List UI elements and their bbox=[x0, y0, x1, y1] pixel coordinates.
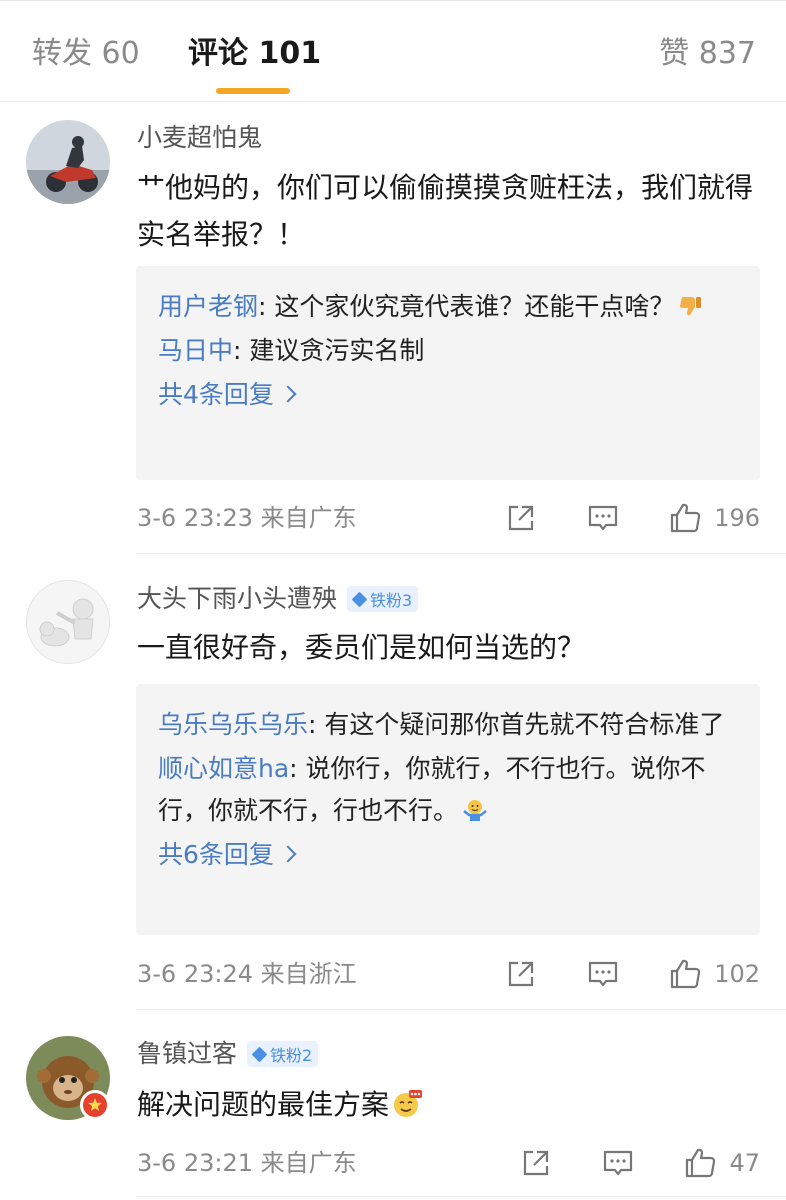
reply-text: : 有这个疑问那你首先就不符合标准了 bbox=[308, 710, 725, 739]
divider bbox=[136, 1196, 786, 1197]
author-name[interactable]: 大头下雨小头遭殃 bbox=[137, 581, 337, 617]
comment-text-row: 解决问题的最佳方案 bbox=[137, 1081, 762, 1128]
shrug-icon bbox=[463, 800, 487, 821]
comment-text: 艹他妈的，你们可以偷偷摸摸贪赃枉法，我们就得实名举报？！ bbox=[137, 171, 754, 251]
comment-meta: 3-6 23:24 来自浙江 bbox=[137, 960, 357, 988]
like-button[interactable]: 196 bbox=[668, 501, 760, 535]
more-replies-label: 共6条回复 bbox=[158, 840, 274, 869]
reply-box[interactable]: 乌乐乌乐乌乐: 有这个疑问那你首先就不符合标准了 顺心如意ha: 说你行，你就行… bbox=[136, 684, 760, 935]
comment-icon[interactable] bbox=[601, 1146, 635, 1180]
thumbs-up-icon bbox=[671, 503, 701, 533]
comment-icon[interactable] bbox=[586, 957, 620, 991]
diamond-icon bbox=[351, 591, 368, 607]
diamond-icon bbox=[251, 1046, 268, 1062]
thumbs-up-icon bbox=[686, 1148, 716, 1178]
author-name[interactable]: 小麦超怕鬼 bbox=[137, 120, 262, 156]
comment-text: 一直很好奇，委员们是如何当选的？ bbox=[137, 631, 586, 664]
fan-badge: 铁粉3 bbox=[347, 586, 419, 612]
active-tab-indicator bbox=[216, 88, 290, 94]
share-icon[interactable] bbox=[504, 957, 538, 991]
tab-bar: 转发 60 评论 101 赞 837 bbox=[0, 18, 786, 98]
comment-meta: 3-6 23:21 来自广东 bbox=[137, 1149, 357, 1177]
reply-author[interactable]: 用户老钢 bbox=[158, 292, 258, 321]
action-bar: 47 bbox=[471, 1143, 760, 1183]
action-bar: 102 bbox=[456, 954, 760, 994]
author-row: 小麦超怕鬼 bbox=[137, 120, 262, 156]
like-count: 102 bbox=[714, 960, 760, 988]
reply-text: : 这个家伙究竟代表谁？还能干点啥？ bbox=[258, 292, 675, 321]
like-button[interactable]: 102 bbox=[668, 957, 760, 991]
reply-author[interactable]: 马日中 bbox=[158, 336, 233, 365]
more-replies-link[interactable]: 共4条回复 bbox=[158, 374, 738, 416]
reply-author[interactable]: 乌乐乌乐乌乐 bbox=[158, 710, 308, 739]
fan-badge-label: 铁粉3 bbox=[370, 591, 413, 610]
tab-repost[interactable]: 转发 60 bbox=[32, 34, 140, 74]
fan-badge-label: 铁粉2 bbox=[270, 1046, 313, 1065]
author-name[interactable]: 鲁镇过客 bbox=[137, 1036, 237, 1072]
reply-item: 顺心如意ha: 说你行，你就行，不行也行。说你不行，你就不行，行也不行。 bbox=[158, 748, 738, 832]
share-icon[interactable] bbox=[504, 501, 538, 535]
like-button[interactable]: 47 bbox=[683, 1146, 760, 1180]
reply-item: 乌乐乌乐乌乐: 有这个疑问那你首先就不符合标准了 bbox=[158, 704, 738, 746]
tab-comment[interactable]: 评论 101 bbox=[188, 34, 321, 74]
reply-text: : 建议贪污实名制 bbox=[233, 336, 425, 365]
fan-badge: 铁粉2 bbox=[247, 1041, 319, 1067]
top-border bbox=[0, 0, 786, 1]
verified-badge-icon bbox=[80, 1090, 110, 1120]
share-icon[interactable] bbox=[519, 1146, 553, 1180]
avatar[interactable] bbox=[26, 580, 110, 664]
like-count: 196 bbox=[714, 504, 760, 532]
divider bbox=[136, 1009, 786, 1010]
author-row: 大头下雨小头遭殃 铁粉3 bbox=[137, 581, 419, 617]
divider bbox=[136, 553, 786, 554]
divider bbox=[0, 101, 786, 102]
comment-text: 解决问题的最佳方案 bbox=[137, 1088, 390, 1121]
chevron-right-icon bbox=[279, 845, 297, 863]
more-replies-label: 共4条回复 bbox=[158, 380, 274, 409]
tab-like[interactable]: 赞 837 bbox=[659, 34, 756, 74]
thumbs-down-icon bbox=[680, 297, 702, 316]
comment-icon[interactable] bbox=[586, 501, 620, 535]
reply-box[interactable]: 用户老钢: 这个家伙究竟代表谁？还能干点啥？ 马日中: 建议贪污实名制 共4条回… bbox=[136, 266, 760, 480]
action-bar: 196 bbox=[456, 498, 760, 538]
like-count: 47 bbox=[729, 1149, 760, 1177]
avatar[interactable] bbox=[26, 120, 110, 204]
reply-item: 用户老钢: 这个家伙究竟代表谁？还能干点啥？ bbox=[158, 286, 738, 328]
reply-author[interactable]: 顺心如意ha bbox=[158, 754, 289, 783]
comment-meta: 3-6 23:23 来自广东 bbox=[137, 504, 357, 532]
666-emoji-icon bbox=[394, 1090, 423, 1117]
chevron-right-icon bbox=[279, 385, 297, 403]
reply-item: 马日中: 建议贪污实名制 bbox=[158, 330, 738, 372]
author-row: 鲁镇过客 铁粉2 bbox=[137, 1036, 319, 1072]
more-replies-link[interactable]: 共6条回复 bbox=[158, 834, 738, 876]
thumbs-up-icon bbox=[671, 959, 701, 989]
